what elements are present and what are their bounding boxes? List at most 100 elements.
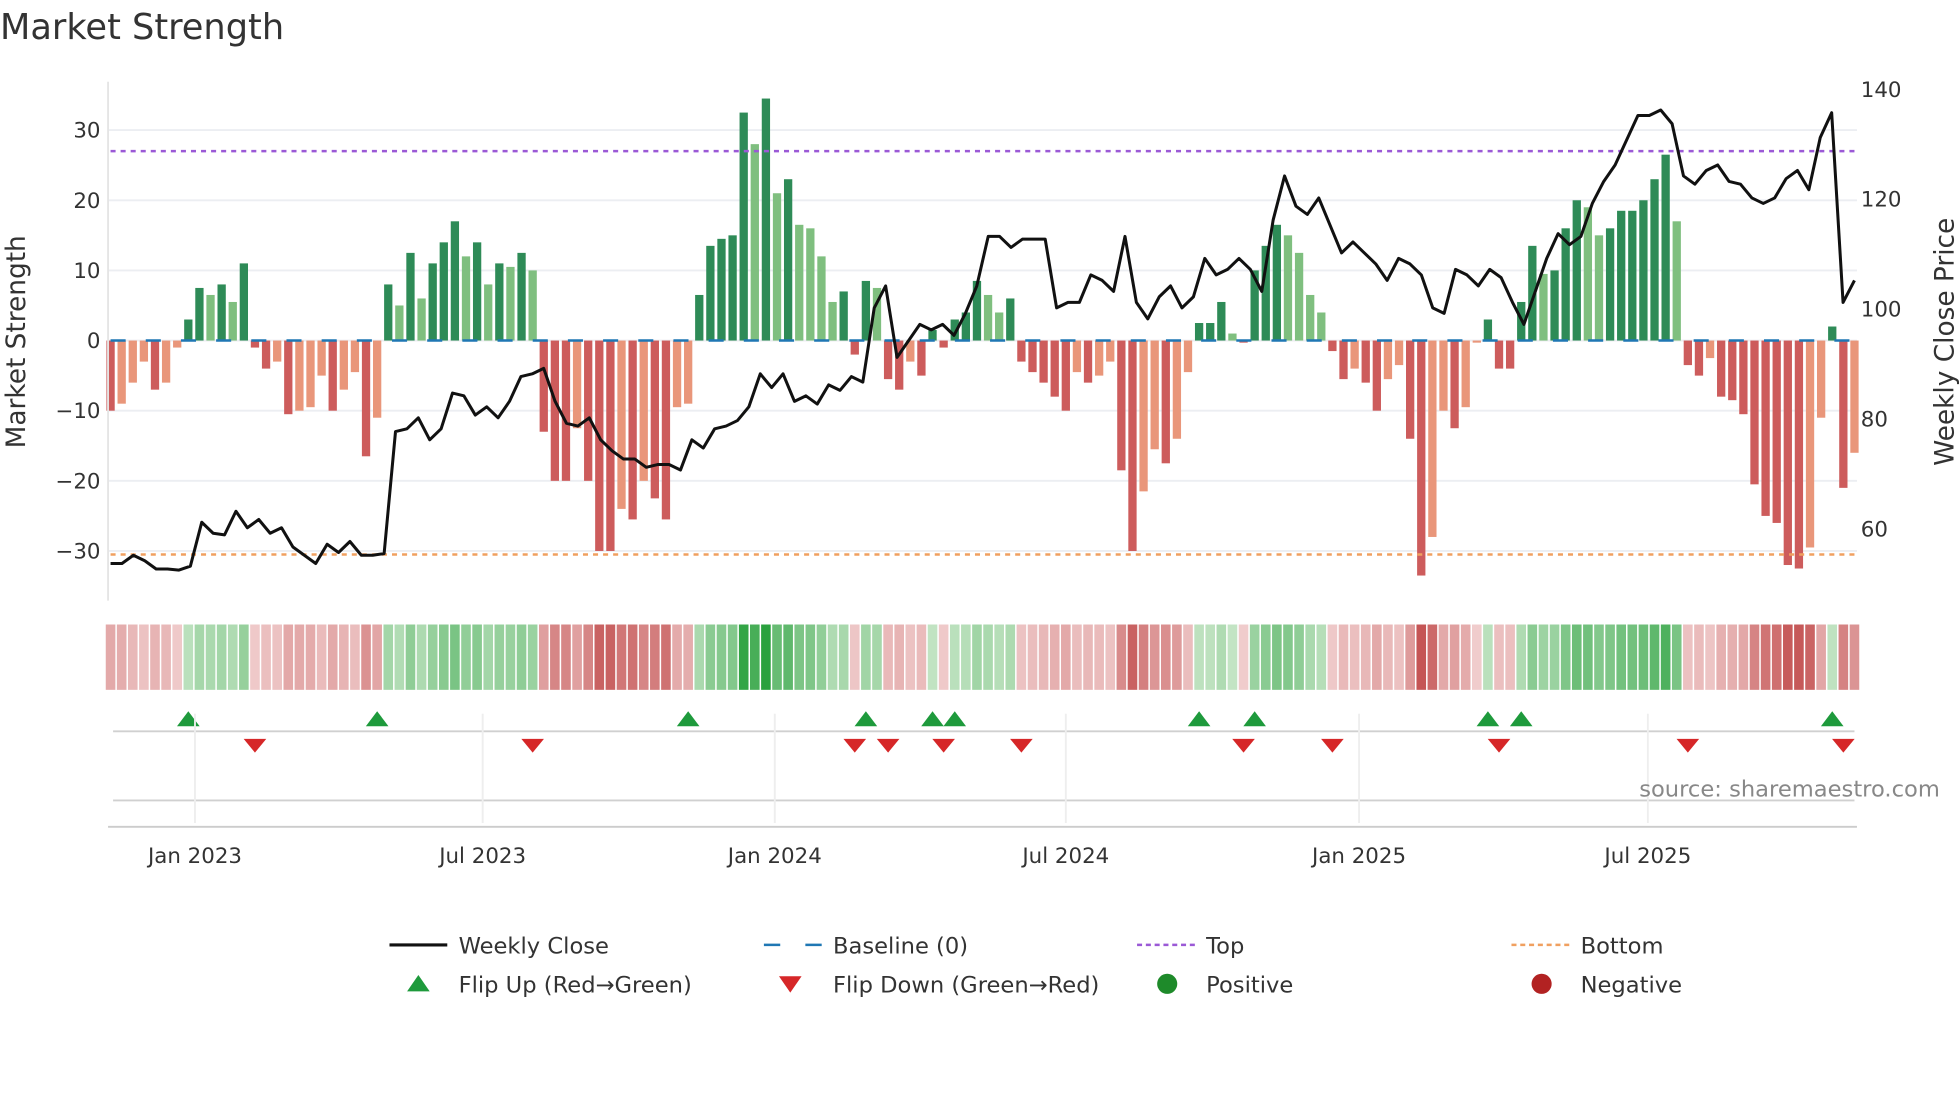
negative-bar (584, 340, 593, 481)
negative-bar (1783, 340, 1792, 566)
positive-bar (783, 179, 793, 341)
heat-cell (172, 624, 183, 690)
heat-cell (1538, 624, 1549, 690)
heat-cell (849, 624, 860, 690)
flip-down-marker (1676, 738, 1700, 753)
heat-cell (1771, 624, 1782, 690)
heat-cell (283, 624, 294, 690)
positive-bar (461, 256, 471, 341)
heat-cell (405, 624, 416, 690)
heat-cell (416, 624, 427, 690)
heat-cell (1438, 624, 1449, 690)
y2-tick-label: 120 (1861, 188, 1902, 213)
flip-down-marker (932, 738, 955, 753)
flip-up-marker (1187, 711, 1211, 727)
y-tick-label: 10 (73, 259, 100, 284)
flip-down-marker (1487, 738, 1511, 753)
negative-bar (1039, 340, 1048, 383)
negative-bar (317, 340, 326, 376)
heat-cell (1605, 624, 1615, 690)
heat-cell (561, 624, 571, 690)
negative-bar (261, 340, 271, 369)
negative-bar (939, 340, 948, 348)
positive-bar (983, 294, 993, 341)
legend-item: Flip Up (Red→Green) (407, 973, 692, 999)
positive-bar (1317, 312, 1326, 341)
heat-cell (638, 624, 649, 690)
heat-cell (1016, 624, 1027, 690)
positive-bar (450, 221, 460, 341)
heat-cell (1061, 624, 1071, 690)
heat-cell (461, 624, 471, 690)
heat-cell (350, 624, 360, 690)
negative-bar (139, 340, 149, 362)
heat-cell (1694, 624, 1704, 690)
heat-cell (1705, 624, 1715, 690)
heat-cell (1849, 624, 1860, 690)
positive-bar (1628, 210, 1637, 341)
negative-bar (1083, 340, 1093, 383)
negative-bar (1183, 340, 1193, 373)
negative-bar (1350, 340, 1359, 369)
negative-bar (550, 340, 560, 481)
negative-bar (1172, 340, 1182, 439)
negative-bar (850, 340, 859, 355)
heat-cell (1560, 624, 1571, 690)
heat-cell (738, 624, 749, 690)
heat-cell (1583, 624, 1593, 690)
heat-cell (150, 624, 160, 690)
heat-cell (1716, 624, 1726, 690)
positive-bar (528, 270, 537, 341)
heat-cell (650, 624, 660, 690)
heat-cell (1094, 624, 1104, 690)
negative-bar (350, 340, 360, 373)
positive-bar (472, 242, 482, 341)
heat-cell (1272, 624, 1282, 690)
legend: Weekly Close Baseline (0) Top Bottom Flip Up… (389, 934, 1682, 999)
heat-cell (861, 624, 871, 690)
negative-bar (1694, 340, 1704, 376)
flip-up-marker (854, 711, 878, 727)
y-tick-label: −30 (55, 540, 100, 565)
positive-bar (839, 291, 848, 341)
heat-cell (139, 624, 149, 690)
heat-cell (972, 624, 982, 690)
positive-bar (184, 319, 193, 341)
negative-bar (1072, 340, 1082, 373)
positive-bar (239, 263, 249, 341)
positive-bar (517, 252, 526, 341)
heat-cell (594, 624, 605, 690)
heat-cell (550, 624, 560, 690)
negative-bar (617, 340, 626, 509)
negative-bar (128, 340, 137, 383)
flip-up-marker (921, 711, 944, 727)
heat-cell (938, 624, 949, 690)
heat-cell (1805, 624, 1815, 690)
heat-cell (261, 624, 271, 690)
negative-bar (1361, 340, 1370, 383)
flip-up-marker (1509, 711, 1533, 727)
negative-bar (883, 340, 893, 380)
heat-cell (705, 624, 716, 690)
negative-bar (1339, 340, 1348, 380)
heat-cell (1116, 624, 1127, 690)
positive-bar (1639, 200, 1648, 341)
negative-bar (150, 340, 160, 390)
heat-cell (205, 624, 216, 690)
positive-bar (1650, 179, 1659, 341)
positive-bar (506, 266, 515, 341)
heat-cell (1338, 624, 1349, 690)
positive-bar (1283, 235, 1293, 341)
heat-cell (372, 624, 382, 690)
negative-bar (339, 340, 348, 390)
heat-cell (1527, 624, 1538, 690)
negative-bar (1406, 340, 1415, 439)
flip-down-marker (1010, 738, 1033, 753)
heat-cell (527, 624, 538, 690)
negative-bar (628, 340, 637, 520)
positive-bar (1661, 154, 1670, 341)
y-tick-label: −20 (55, 469, 100, 494)
positive-bar (1006, 298, 1015, 341)
negative-bar (1017, 340, 1026, 362)
legend-label: Top (1205, 934, 1244, 960)
